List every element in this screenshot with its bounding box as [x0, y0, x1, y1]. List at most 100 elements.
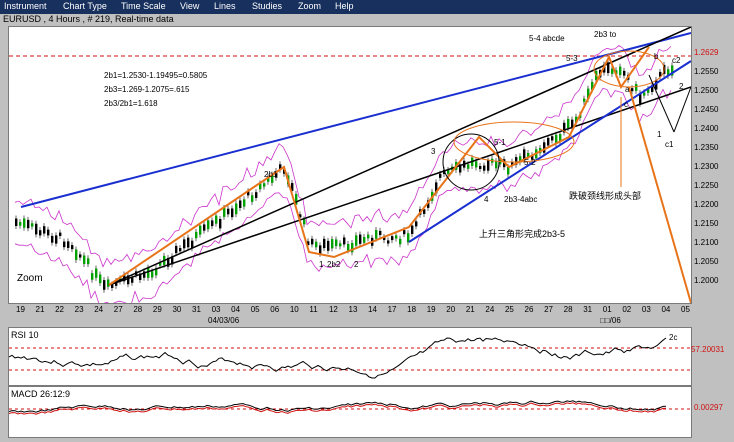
- date-tick-label: 18: [407, 305, 417, 314]
- rsi-value: 57.20031: [691, 345, 725, 354]
- date-tick-label: 26: [524, 305, 534, 314]
- label-c: c: [624, 100, 628, 109]
- date-tick-label: 21: [35, 305, 45, 314]
- date-tick-label: 30: [172, 305, 182, 314]
- rsi-panel[interactable]: RSI 10 2c: [8, 327, 692, 386]
- date-tick-label: 19: [426, 305, 436, 314]
- label-1: 1: [319, 260, 324, 269]
- price-panel[interactable]: 2b1=1.2530-1.19495=0.5805 2b3=1.269-1.20…: [8, 26, 692, 304]
- label-a: a: [625, 85, 630, 94]
- date-tick-label: 10: [289, 305, 299, 314]
- date-tick-label: 11: [309, 305, 318, 314]
- month-label: □□/06: [600, 316, 621, 325]
- price-chart[interactable]: 2b1=1.2530-1.19495=0.5805 2b3=1.269-1.20…: [9, 27, 691, 303]
- chinese-label-2: 跌破颈线形成头部: [569, 190, 641, 201]
- date-tick-label: 19: [16, 305, 25, 314]
- date-tick-label: 21: [465, 305, 475, 314]
- price-tick-label: 1.2250: [694, 181, 719, 190]
- price-tick-label: 1.2300: [694, 162, 719, 171]
- date-tick-label: 03: [211, 305, 221, 314]
- label-2b1: 2b1: [264, 170, 278, 179]
- label-2b3-4abc: 2b3-4abc: [504, 195, 537, 204]
- price-tick-label: 1.2200: [694, 200, 719, 209]
- blue-lower-trendline: [408, 60, 691, 243]
- price-tick-label: 1.2500: [694, 86, 719, 95]
- chart-header: EURUSD , 4 Hours , # 219, Real-time data: [3, 14, 174, 24]
- date-tick-label: 22: [55, 305, 65, 314]
- price-tick-label: 1.2550: [694, 67, 719, 76]
- label-2b2: 2b2: [327, 260, 341, 269]
- label-5-1: 5-1: [494, 138, 506, 147]
- menu-help[interactable]: Help: [335, 1, 354, 11]
- price-tick-label: 1.2450: [694, 105, 719, 114]
- menu-instrument[interactable]: Instrument: [4, 1, 47, 11]
- price-tick-label: 1.2150: [694, 219, 719, 228]
- label-5-2: 5-2: [524, 158, 536, 167]
- blue-upper-trendline: [20, 32, 691, 208]
- macd-chart[interactable]: MACD 26:12:9: [9, 387, 691, 437]
- label-c1: c1: [665, 140, 674, 149]
- month-label: 04/03/06: [208, 316, 240, 325]
- date-tick-label: 02: [622, 305, 632, 314]
- chart-window: EURUSD , 4 Hours , # 219, Real-time data: [0, 14, 734, 442]
- arrow-down-1: [648, 74, 675, 133]
- date-tick-label: 25: [504, 305, 514, 314]
- label-b: b: [654, 52, 659, 61]
- date-tick-label: 06: [270, 305, 280, 314]
- macd-value: 0.00297: [694, 403, 723, 412]
- price-tick-label: 1.2629: [694, 48, 719, 57]
- menu-view[interactable]: View: [180, 1, 199, 11]
- macd-label: MACD 26:12:9: [11, 389, 70, 399]
- price-tick-label: 1.2400: [694, 124, 719, 133]
- date-tick-label: 23: [74, 305, 84, 314]
- macd-panel[interactable]: MACD 26:12:9: [8, 386, 692, 438]
- formula-2: 2b3=1.269-1.2075=.615: [104, 85, 190, 94]
- date-tick-label: 14: [368, 305, 377, 314]
- menu-lines[interactable]: Lines: [214, 1, 236, 11]
- date-tick-label: 31: [192, 305, 201, 314]
- rsi-marker-label: 2c: [669, 333, 677, 342]
- label-5-3: 5-3: [566, 54, 578, 63]
- date-tick-label: 28: [133, 305, 143, 314]
- zoom-label[interactable]: Zoom: [17, 273, 43, 284]
- date-tick-label: 24: [485, 305, 495, 314]
- date-tick-label: 04: [231, 305, 241, 314]
- label-c2: c2: [672, 56, 681, 65]
- label-4: 4: [484, 195, 489, 204]
- label-2b3-to: 2b3 to: [594, 30, 617, 39]
- date-axis: 19 21 22 23 24 27 28 29 30 31 03 04 05 06 10 11 12 13 14 17…: [8, 304, 690, 328]
- date-tick-label: 05: [681, 305, 690, 314]
- date-tick-label: 28: [563, 305, 573, 314]
- price-tick-label: 1.2350: [694, 143, 719, 152]
- label-5-4: 5-4 abcde: [529, 34, 565, 43]
- date-tick-label: 12: [328, 305, 338, 314]
- menu-chart-type[interactable]: Chart Type: [63, 1, 107, 11]
- price-tick-label: 1.2050: [694, 257, 719, 266]
- menu-zoom[interactable]: Zoom: [298, 1, 321, 11]
- date-tick-label: 05: [250, 305, 260, 314]
- price-tick-label: 1.2000: [694, 276, 719, 285]
- formula-1: 2b1=1.2530-1.19495=0.5805: [104, 71, 208, 80]
- date-tick-label: 04: [661, 305, 671, 314]
- chinese-label-1: 上升三角形完成2b3-5: [479, 228, 565, 239]
- menu-studies[interactable]: Studies: [252, 1, 282, 11]
- date-tick-label: 29: [152, 305, 162, 314]
- date-tick-label: 03: [641, 305, 651, 314]
- date-tick-label: 31: [583, 305, 593, 314]
- date-tick-label: 13: [348, 305, 358, 314]
- date-tick-label: 20: [446, 305, 456, 314]
- menu-bar: Instrument Chart Type Time Scale View Li…: [0, 0, 734, 14]
- date-tick-label: 27: [544, 305, 553, 314]
- label-2: 2: [354, 260, 359, 269]
- date-tick-label: 27: [113, 305, 123, 314]
- rsi-label: RSI 10: [11, 330, 39, 340]
- rsi-chart[interactable]: RSI 10 2c: [9, 328, 691, 385]
- date-tick-label: 17: [387, 305, 397, 314]
- price-axis: 1.2629 1.2550 1.2500 1.2450 1.2400 1.2350 1.23…: [692, 26, 734, 302]
- arrow-up-1: [673, 86, 691, 133]
- label-right-1: 1: [657, 130, 662, 139]
- menu-time-scale[interactable]: Time Scale: [121, 1, 166, 11]
- label-2-right: 2: [679, 82, 684, 91]
- label-3: 3: [431, 147, 436, 156]
- date-tick-label: 01: [602, 305, 612, 314]
